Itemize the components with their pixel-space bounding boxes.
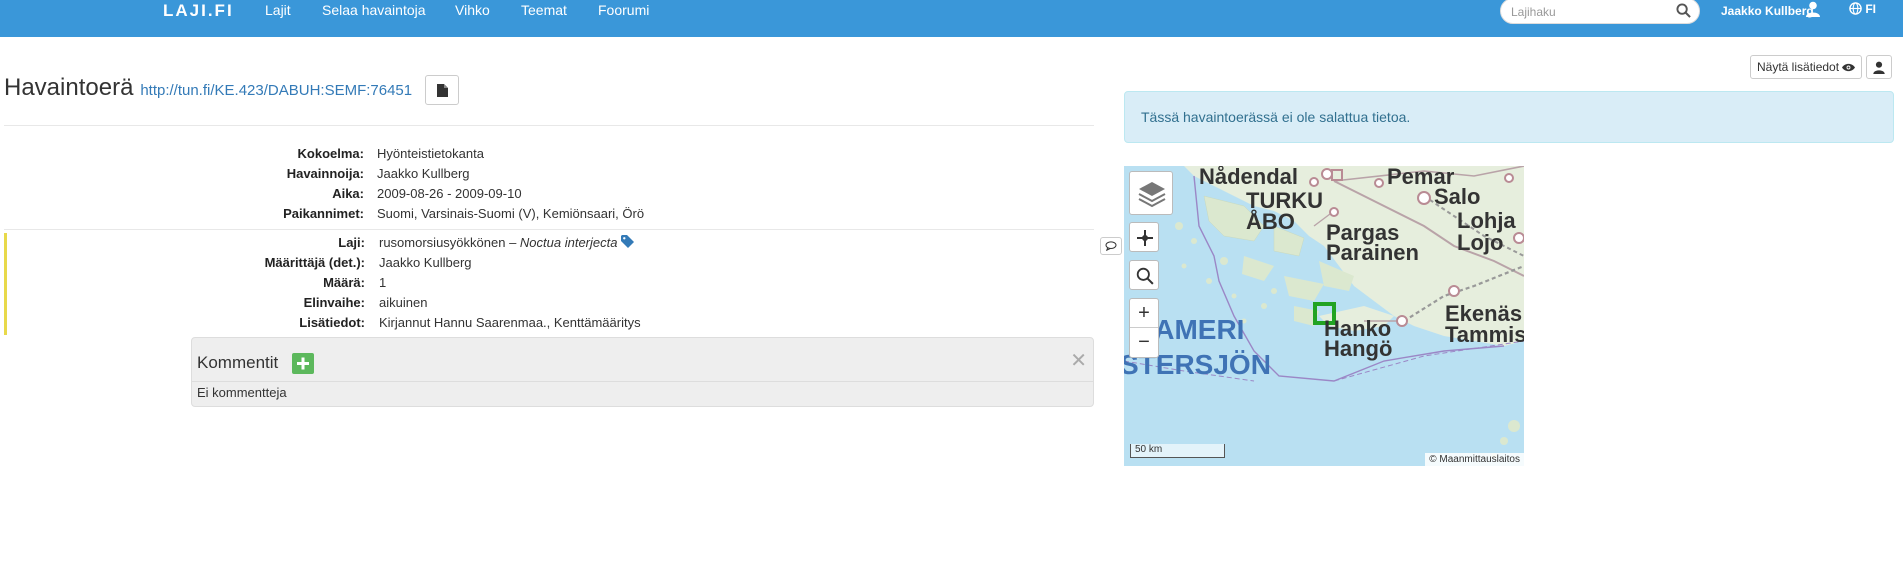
map-label-place: Salo xyxy=(1434,184,1481,209)
crosshair-icon xyxy=(1137,230,1153,246)
language-label: FI xyxy=(1865,2,1877,16)
search-icon[interactable] xyxy=(1676,3,1691,21)
eye-icon xyxy=(1842,63,1856,72)
zoom-control: + − xyxy=(1129,298,1159,358)
zoom-in-button[interactable]: + xyxy=(1130,299,1158,328)
places-value: Suomi, Varsinais-Suomi (V), Kemiönsaari,… xyxy=(377,206,645,221)
map-search-button[interactable] xyxy=(1129,260,1159,290)
detail-row-life-stage: Elinvaihe: xyxy=(0,295,365,313)
comment-toggle-button[interactable] xyxy=(1100,237,1122,255)
map-label-place: ÅBO xyxy=(1246,209,1295,234)
map-label-place: Ekenäs xyxy=(1445,301,1523,326)
map-label-place: Nådendal xyxy=(1199,166,1299,189)
detail-row-count: Määrä: xyxy=(0,275,365,293)
locate-button[interactable] xyxy=(1129,222,1159,252)
nav-link-teemat[interactable]: Teemat xyxy=(521,2,567,18)
detail-label: Lisätiedot: xyxy=(299,315,365,330)
tag-icon[interactable] xyxy=(621,235,635,248)
detail-row-collection: Kokoelma: xyxy=(0,146,364,164)
file-icon xyxy=(437,84,448,97)
layer-switcher-button[interactable] xyxy=(1129,171,1173,215)
map-label-place: Lojo xyxy=(1457,230,1504,255)
detail-row-places: Paikannimet: xyxy=(0,206,364,224)
detail-row-notes: Lisätiedot: xyxy=(0,315,365,333)
species-scientific-name[interactable]: Noctua interjecta xyxy=(520,235,618,250)
plus-icon xyxy=(297,357,309,370)
detail-label: Määrittäjä (det.): xyxy=(264,255,365,270)
collection-value: Hyönteistietokanta xyxy=(377,146,484,161)
detail-label: Laji: xyxy=(338,235,365,250)
divider xyxy=(4,229,1094,230)
map-attribution[interactable]: © Maanmittauslaitos xyxy=(1425,453,1524,466)
species-search xyxy=(1500,0,1700,24)
life-stage-value: aikuinen xyxy=(379,295,428,310)
time-value: 2009-08-26 - 2009-09-10 xyxy=(377,186,522,201)
top-navbar: LAJI.FI Lajit Selaa havaintoja Vihko Tee… xyxy=(0,0,1903,37)
personal-view-button[interactable] xyxy=(1866,55,1892,79)
globe-icon xyxy=(1849,2,1862,15)
observer-value: Jaakko Kullberg xyxy=(377,166,470,181)
comments-header: Kommentit ✕ xyxy=(192,338,1093,382)
detail-row-observer: Havainnoija: xyxy=(0,166,364,184)
brand-logo[interactable]: LAJI.FI xyxy=(163,1,234,21)
page-title: Havaintoerä xyxy=(4,74,134,101)
show-details-label: Näytä lisätiedot xyxy=(1757,60,1840,74)
page-heading: Havaintoerä http://tun.fi/KE.423/DABUH:S… xyxy=(4,74,412,102)
detail-label: Elinvaihe: xyxy=(303,295,365,310)
map-label-place: Tammis xyxy=(1445,322,1524,347)
language-menu[interactable]: FI xyxy=(1849,2,1876,16)
info-alert: Tässä havaintoerässä ei ole salattua tie… xyxy=(1124,91,1894,143)
document-download-button[interactable] xyxy=(425,75,459,105)
detail-label: Kokoelma: xyxy=(297,146,364,161)
layers-icon xyxy=(1138,182,1166,208)
comments-panel: Kommentit ✕ Ei kommentteja xyxy=(191,337,1094,407)
zoom-out-button[interactable]: − xyxy=(1130,328,1158,357)
user-menu[interactable]: Jaakko Kullberg xyxy=(1721,4,1814,18)
nav-link-vihko[interactable]: Vihko xyxy=(455,2,490,18)
species-separator: – xyxy=(505,235,520,250)
map-label-place: Parainen xyxy=(1326,240,1419,265)
show-details-button[interactable]: Näytä lisätiedot xyxy=(1750,55,1863,79)
detail-row-species: Laji: xyxy=(0,235,365,253)
map-scale-bar: 50 km xyxy=(1130,444,1225,458)
notes-value: Kirjannut Hannu Saarenmaa., Kenttämäärit… xyxy=(379,315,641,330)
map-label-place: Lohja xyxy=(1457,208,1516,233)
user-icon[interactable] xyxy=(1806,1,1820,20)
nav-link-foorumi[interactable]: Foorumi xyxy=(598,2,649,18)
nav-link-lajit[interactable]: Lajit xyxy=(265,2,291,18)
count-value: 1 xyxy=(379,275,387,290)
document-uri-link[interactable]: http://tun.fi/KE.423/DABUH:SEMF:76451 xyxy=(140,82,412,99)
add-comment-button[interactable] xyxy=(292,353,314,374)
comments-title: Kommentit xyxy=(197,353,279,372)
divider xyxy=(4,125,1094,126)
map-scale-label: 50 km xyxy=(1135,444,1163,455)
map-label-place: TURKU xyxy=(1246,188,1323,213)
detail-row-time: Aika: xyxy=(0,186,364,204)
map-label-place: Hangö xyxy=(1324,336,1393,361)
detail-label: Paikannimet: xyxy=(283,206,364,221)
detail-label: Määrä: xyxy=(323,275,365,290)
search-icon xyxy=(1136,267,1154,285)
detail-row-determiner: Määrittäjä (det.): xyxy=(0,255,365,273)
info-alert-text: Tässä havaintoerässä ei ole salattua tie… xyxy=(1141,109,1411,125)
map-view[interactable]: Nådendal TURKU ÅBO Pemar Salo Pargas Par… xyxy=(1124,166,1524,466)
determiner-value: Jaakko Kullberg xyxy=(379,255,472,270)
detail-label: Havainnoija: xyxy=(286,166,364,181)
comment-icon xyxy=(1105,241,1117,251)
nav-link-selaa-havaintoja[interactable]: Selaa havaintoja xyxy=(322,2,426,18)
close-icon[interactable]: ✕ xyxy=(1070,348,1087,373)
detail-label: Aika: xyxy=(332,186,364,201)
species-value: rusomorsiusyökkönen – Noctua interjecta xyxy=(379,235,635,253)
comments-empty-text: Ei kommentteja xyxy=(197,385,287,400)
species-common-name[interactable]: rusomorsiusyökkönen xyxy=(379,235,505,250)
user-icon xyxy=(1873,61,1885,74)
species-search-input[interactable] xyxy=(1511,3,1671,21)
